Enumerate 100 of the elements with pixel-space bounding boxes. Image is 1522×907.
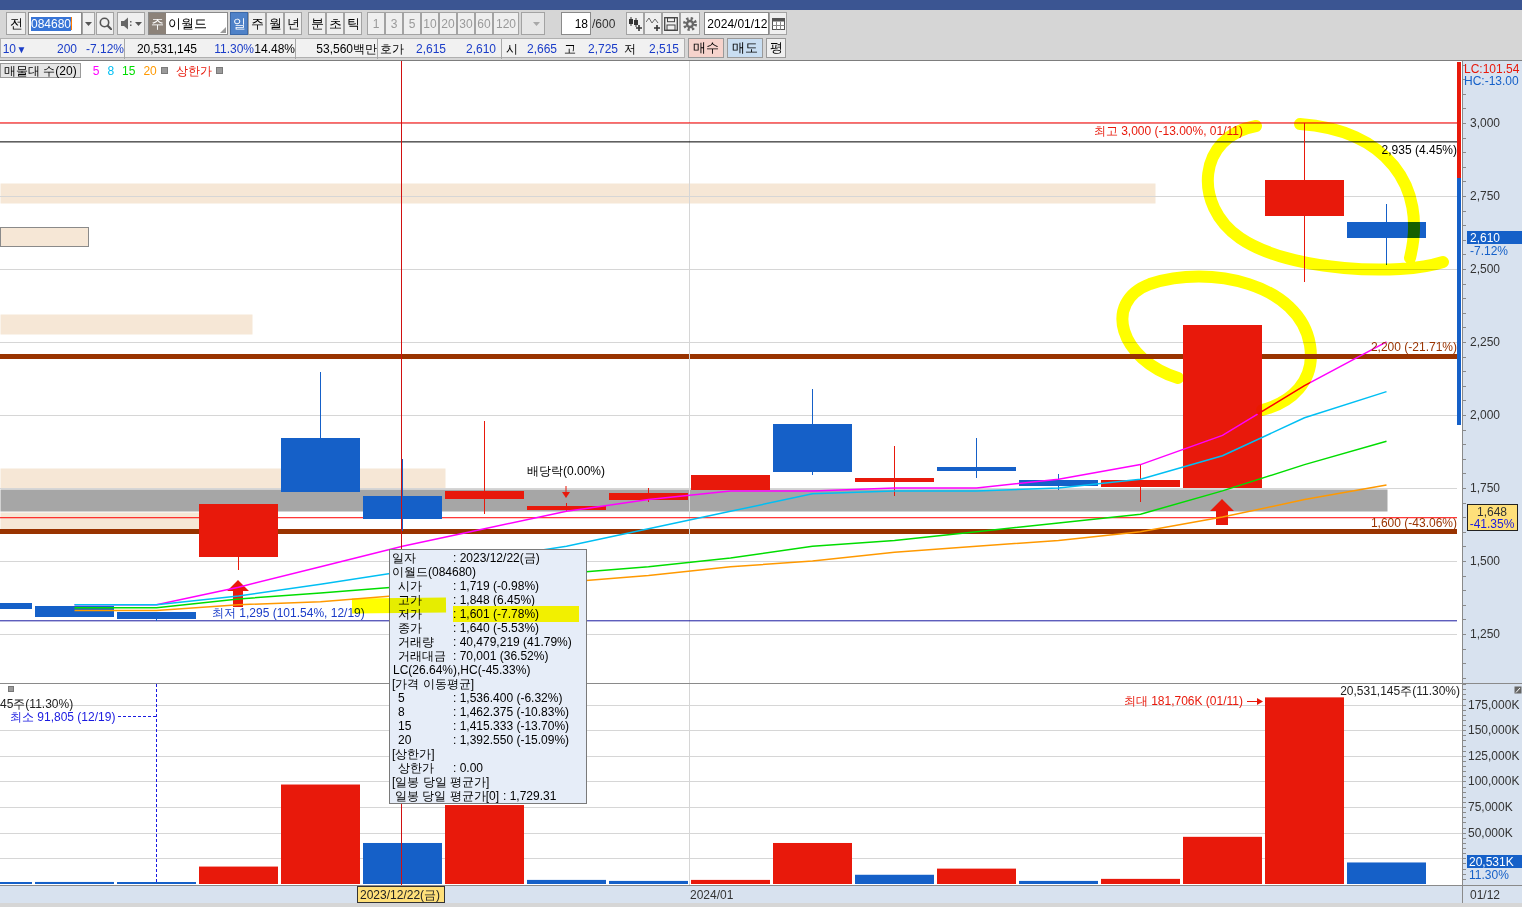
min-volume-label: 최소 91,805 (12/19)	[10, 710, 116, 724]
tooltip-label: 종가	[398, 621, 422, 635]
ma-legend-label: 5	[92, 63, 100, 78]
price-tick-label: 2,000	[1470, 408, 1501, 422]
tooltip-label: 일자	[392, 551, 416, 565]
tooltip-value: : 40,479,219 (41.79%)	[453, 635, 572, 649]
ask-price-text: 2,615	[415, 42, 446, 56]
change-rate-text: -7.12%	[85, 42, 124, 56]
ma-legend-label: 15	[122, 63, 136, 78]
speaker-icon	[120, 17, 132, 30]
caret-icon	[533, 21, 540, 26]
tooltip-value: : 1,640 (-5.53%)	[453, 621, 540, 635]
tooltip-label: 거래대금	[398, 649, 446, 663]
candlestick-plus-icon	[628, 16, 643, 31]
period-tab[interactable]: 주	[248, 12, 266, 35]
market-tag: 주	[149, 13, 166, 34]
tooltip-value: : 1,415.333 (-13.70%)	[453, 719, 570, 733]
volume-text: 20,531,145	[136, 42, 197, 56]
price-text: 10	[2, 42, 16, 56]
hc-label: HC:-13.00	[1464, 74, 1519, 88]
tooltip-value: : 1,729.31	[503, 789, 557, 803]
profile-legend-label: 매물대 수(20)	[0, 63, 81, 78]
open-label: 시	[506, 40, 518, 58]
cursor-date-tag: 2023/12/22(금)	[357, 886, 445, 903]
turnover-rate-text: 14.48%	[254, 42, 295, 56]
down-arrow-icon	[562, 485, 570, 498]
search-icon	[98, 17, 112, 30]
legend-marker-icon	[160, 67, 168, 74]
order-button[interactable]: 평	[766, 38, 786, 58]
price-tick-label: 2,750	[1470, 189, 1501, 203]
period-tab[interactable]: 년	[284, 12, 302, 35]
price-tick-label: 3,000	[1470, 116, 1501, 130]
order-button[interactable]: 매도	[727, 38, 763, 58]
tooltip-value: : 1,392.550 (-15.09%)	[453, 733, 570, 747]
tooltip-label: 20	[398, 733, 412, 747]
tooltip-value: : 1,536.400 (-6.32%)	[453, 691, 563, 705]
volume-summary-label: 45주(11.30%)	[0, 697, 74, 711]
current-volume-rate-label: 11.30%	[1469, 868, 1509, 882]
tooltip-value: : 2023/12/22(금)	[453, 551, 540, 565]
tooltip-label: 5	[398, 691, 405, 705]
maximize-icon	[1514, 686, 1522, 694]
prev-button[interactable]: 전	[6, 12, 26, 35]
volume-tick-label: 125,000K	[1468, 748, 1520, 763]
caret-icon	[85, 21, 92, 26]
tooltip-value: : 1,462.375 (-10.83%)	[453, 705, 570, 719]
price-tick-label: 2,500	[1470, 262, 1501, 276]
order-button[interactable]: 매수	[688, 38, 724, 58]
support-label: 1,600 (-43.06%)	[1370, 516, 1457, 530]
save-icon	[664, 16, 679, 31]
save-button[interactable]	[662, 12, 681, 35]
count-total-label: /600	[592, 16, 616, 31]
tooltip-value: : 1,719 (-0.98%)	[453, 579, 540, 593]
current-price-tag: 2,610	[1467, 231, 1522, 245]
stock-code-field[interactable]: 084680	[28, 12, 82, 35]
line-add-button[interactable]	[644, 12, 663, 35]
price-tick-label: 2,250	[1470, 335, 1501, 349]
tooltip-heading: 이월드(084680)	[392, 565, 477, 579]
trade-amount-text: 53,560백만	[316, 40, 377, 58]
open-price-text: 2,665	[526, 42, 557, 56]
candlestick	[0, 603, 32, 609]
line-plus-icon	[646, 16, 661, 31]
volume-tick-label: 175,000K	[1468, 697, 1520, 712]
price-tick-label: 1,750	[1470, 481, 1501, 495]
month-label: 2024/01	[690, 888, 734, 902]
period-tab[interactable]: 일	[230, 12, 248, 35]
price-tick-label: 1,500	[1470, 554, 1501, 568]
date-field[interactable]: 2024/01/12	[704, 12, 770, 35]
tooltip-heading: [상한가]	[392, 747, 435, 761]
search-button[interactable]	[96, 12, 114, 35]
tooltip-value: : 1,848 (6.45%)	[453, 593, 536, 607]
settings-icon	[683, 16, 698, 31]
ma-legend-label: 8	[107, 63, 115, 78]
caret-icon	[134, 21, 142, 26]
calendar-button[interactable]	[769, 12, 788, 35]
lc-label: LC:101.54	[1464, 62, 1520, 76]
ask-label: 호가	[380, 40, 404, 58]
interval-tab[interactable]: 분	[308, 12, 326, 35]
interval-tab[interactable]: 초	[326, 12, 344, 35]
period-tab[interactable]: 월	[266, 12, 284, 35]
count-field[interactable]: 18	[561, 12, 591, 35]
volume-tick-label: 150,000K	[1468, 723, 1520, 738]
tooltip-label: 거래량	[398, 635, 434, 649]
dividend-label: 배당락(0.00%)	[527, 464, 606, 478]
down-triangle-icon: ▼	[16, 43, 27, 55]
up-arrow-icon	[227, 580, 249, 607]
settings-button[interactable]	[680, 12, 701, 35]
dropdown-button[interactable]	[82, 12, 95, 35]
tooltip-heading: [가격 이동평균]	[392, 677, 474, 691]
bid-price-text: 2,610	[465, 42, 496, 56]
tooltip-label: 8	[398, 705, 405, 719]
calendar-icon	[771, 17, 785, 30]
legend-marker-icon	[8, 686, 14, 692]
sound-button[interactable]	[117, 12, 145, 35]
tooltip-label: 시가	[398, 579, 422, 593]
current-volume-tag: 20,531K	[1467, 855, 1522, 869]
stock-name-field[interactable]: 주 이월드	[148, 12, 228, 35]
volume-tick-label: 75,000K	[1468, 800, 1513, 815]
tooltip-text: LC(26.64%),HC(-45.33%)	[393, 663, 531, 677]
interval-tab[interactable]: 틱	[344, 12, 362, 35]
candle-add-button[interactable]	[626, 12, 645, 35]
